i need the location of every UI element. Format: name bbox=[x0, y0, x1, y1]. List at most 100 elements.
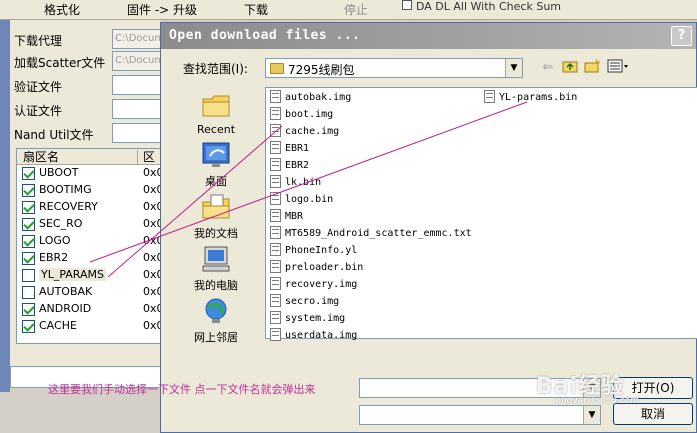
file-icon bbox=[484, 89, 495, 103]
file-icon bbox=[270, 140, 281, 154]
place-recent[interactable]: Recent bbox=[169, 87, 263, 139]
partition-checkbox[interactable] bbox=[22, 167, 35, 180]
partition-row[interactable]: SEC_RO 0x0 bbox=[17, 216, 161, 233]
file-item[interactable]: recovery.img bbox=[270, 276, 357, 293]
file-item[interactable]: lk.bin bbox=[270, 174, 321, 191]
chevron-down-icon[interactable]: ▼ bbox=[505, 59, 522, 77]
view-menu-icon[interactable] bbox=[605, 59, 631, 77]
file-item[interactable]: userdata.img bbox=[270, 327, 357, 344]
file-item[interactable]: cache.img bbox=[270, 123, 339, 140]
new-folder-icon[interactable] bbox=[583, 58, 602, 77]
partition-checkbox[interactable] bbox=[22, 201, 35, 214]
file-item[interactable]: preloader.bin bbox=[270, 259, 363, 276]
file-icon bbox=[270, 89, 281, 103]
file-item[interactable]: MBR bbox=[270, 208, 303, 225]
file-type-combo[interactable]: ▼ bbox=[359, 405, 601, 425]
file-name: logo.bin bbox=[285, 194, 334, 205]
cancel-button[interactable]: 取消 bbox=[613, 403, 693, 425]
file-icon bbox=[270, 208, 281, 222]
place-my-documents[interactable]: 我的文档 bbox=[169, 189, 263, 241]
file-item[interactable]: EBR1 bbox=[270, 140, 309, 157]
chevron-down-icon[interactable]: ▼ bbox=[583, 406, 600, 424]
file-item[interactable]: autobak.img bbox=[270, 89, 351, 106]
column-addr-header[interactable]: 区 bbox=[143, 149, 155, 165]
partition-row[interactable]: RECOVERY 0x0 bbox=[17, 199, 161, 216]
window-edge bbox=[0, 20, 10, 410]
checksum-option[interactable]: DA DL All With Check Sum bbox=[402, 0, 561, 10]
file-icon bbox=[270, 242, 281, 256]
file-icon bbox=[270, 123, 281, 137]
file-name: lk.bin bbox=[285, 177, 322, 188]
checksum-checkbox[interactable] bbox=[402, 0, 412, 10]
partition-row[interactable]: ANDROID 0x0 bbox=[17, 301, 161, 318]
file-name: userdata.img bbox=[285, 330, 358, 341]
partition-name: ANDROID bbox=[39, 302, 92, 315]
download-agent-label: 下载代理 bbox=[14, 34, 63, 48]
download-button[interactable]: 下载 bbox=[244, 2, 268, 18]
partition-row[interactable]: EBR2 0x0 bbox=[17, 250, 161, 267]
file-name: boot.img bbox=[285, 109, 334, 120]
file-icon bbox=[270, 225, 281, 239]
partition-checkbox[interactable] bbox=[22, 286, 35, 299]
file-icon bbox=[270, 259, 281, 273]
back-arrow-icon[interactable]: ⇐ bbox=[539, 59, 557, 77]
up-folder-icon[interactable] bbox=[561, 59, 579, 77]
help-button[interactable]: ? bbox=[671, 26, 692, 46]
file-item[interactable]: logo.bin bbox=[270, 191, 333, 208]
dialog-title: Open download files ... bbox=[169, 28, 361, 43]
partition-checkbox[interactable] bbox=[22, 252, 35, 265]
format-button[interactable]: 格式化 bbox=[44, 2, 80, 18]
column-divider[interactable] bbox=[137, 150, 138, 164]
file-item[interactable]: PhoneInfo.yl bbox=[270, 242, 357, 259]
look-in-label: 查找范围(I): bbox=[183, 62, 248, 76]
toolbar: 格式化 固件 -> 升级 下载 停止 bbox=[0, 0, 697, 20]
cert-file-label: 认证文件 bbox=[14, 104, 63, 118]
partition-row[interactable]: YL_PARAMS 0x0 bbox=[17, 267, 161, 284]
partition-row[interactable]: CACHE 0x0 bbox=[17, 318, 161, 335]
place-my-computer[interactable]: 我的电脑 bbox=[169, 241, 263, 293]
file-item[interactable]: system.img bbox=[270, 310, 345, 327]
place-label-network: 网上邻居 bbox=[194, 331, 238, 344]
nand-util-label: Nand Util文件 bbox=[14, 128, 94, 142]
file-item[interactable]: secro.img bbox=[270, 293, 339, 310]
partition-row[interactable]: LOGO 0x0 bbox=[17, 233, 161, 250]
file-icon bbox=[270, 174, 281, 188]
partition-name: RECOVERY bbox=[39, 200, 98, 213]
file-name: EBR2 bbox=[285, 160, 310, 171]
partition-name: CACHE bbox=[39, 319, 77, 332]
partition-checkbox[interactable] bbox=[22, 320, 35, 333]
partition-name: EBR2 bbox=[39, 251, 69, 264]
partition-checkbox[interactable] bbox=[22, 269, 35, 282]
file-name: recovery.img bbox=[285, 279, 358, 290]
scatter-label: 加载Scatter文件 bbox=[14, 56, 106, 70]
file-item[interactable]: EBR2 bbox=[270, 157, 309, 174]
place-network[interactable]: 网上邻居 bbox=[169, 293, 263, 345]
partition-checkbox[interactable] bbox=[22, 218, 35, 231]
file-item[interactable]: boot.img bbox=[270, 106, 333, 123]
file-item[interactable]: YL-params.bin bbox=[484, 89, 577, 106]
partition-checkbox[interactable] bbox=[22, 184, 35, 197]
look-in-combo[interactable]: 7295线刷包 ▼ bbox=[265, 58, 523, 78]
my-documents-icon bbox=[202, 194, 230, 219]
partition-checkbox[interactable] bbox=[22, 235, 35, 248]
place-desktop[interactable]: 桌面 bbox=[169, 137, 263, 189]
firmware-upgrade-button[interactable]: 固件 -> 升级 bbox=[127, 2, 197, 18]
stop-button[interactable]: 停止 bbox=[344, 2, 368, 18]
partition-list[interactable]: 扇区名 区 UBOOT 0x0 BOOTIMG 0x0 RECOVERY 0x0 SEC_R… bbox=[16, 148, 162, 344]
partition-row[interactable]: BOOTIMG 0x0 bbox=[17, 182, 161, 199]
file-name: MBR bbox=[285, 211, 304, 222]
file-name: EBR1 bbox=[285, 143, 310, 154]
nand-util-row: Nand Util文件 bbox=[10, 122, 172, 144]
scatter-row: 加载Scatter文件 C:\Docum bbox=[10, 50, 172, 72]
partition-row[interactable]: UBOOT 0x0 bbox=[17, 165, 161, 182]
dialog-title-bar[interactable]: Open download files ... ? bbox=[161, 23, 696, 49]
partition-row[interactable]: AUTOBAK 0x0 bbox=[17, 284, 161, 301]
file-list[interactable]: autobak.img boot.img cache.img EBR1 EBR2 lk.b… bbox=[265, 87, 697, 341]
partition-checkbox[interactable] bbox=[22, 303, 35, 316]
file-item[interactable]: MT6589_Android_scatter_emmc.txt bbox=[270, 225, 472, 242]
partition-name: UBOOT bbox=[39, 166, 79, 179]
place-label-my-computer: 我的电脑 bbox=[194, 279, 238, 292]
file-icon bbox=[270, 157, 281, 171]
column-name-header[interactable]: 扇区名 bbox=[23, 149, 59, 165]
partition-name: LOGO bbox=[39, 234, 71, 247]
